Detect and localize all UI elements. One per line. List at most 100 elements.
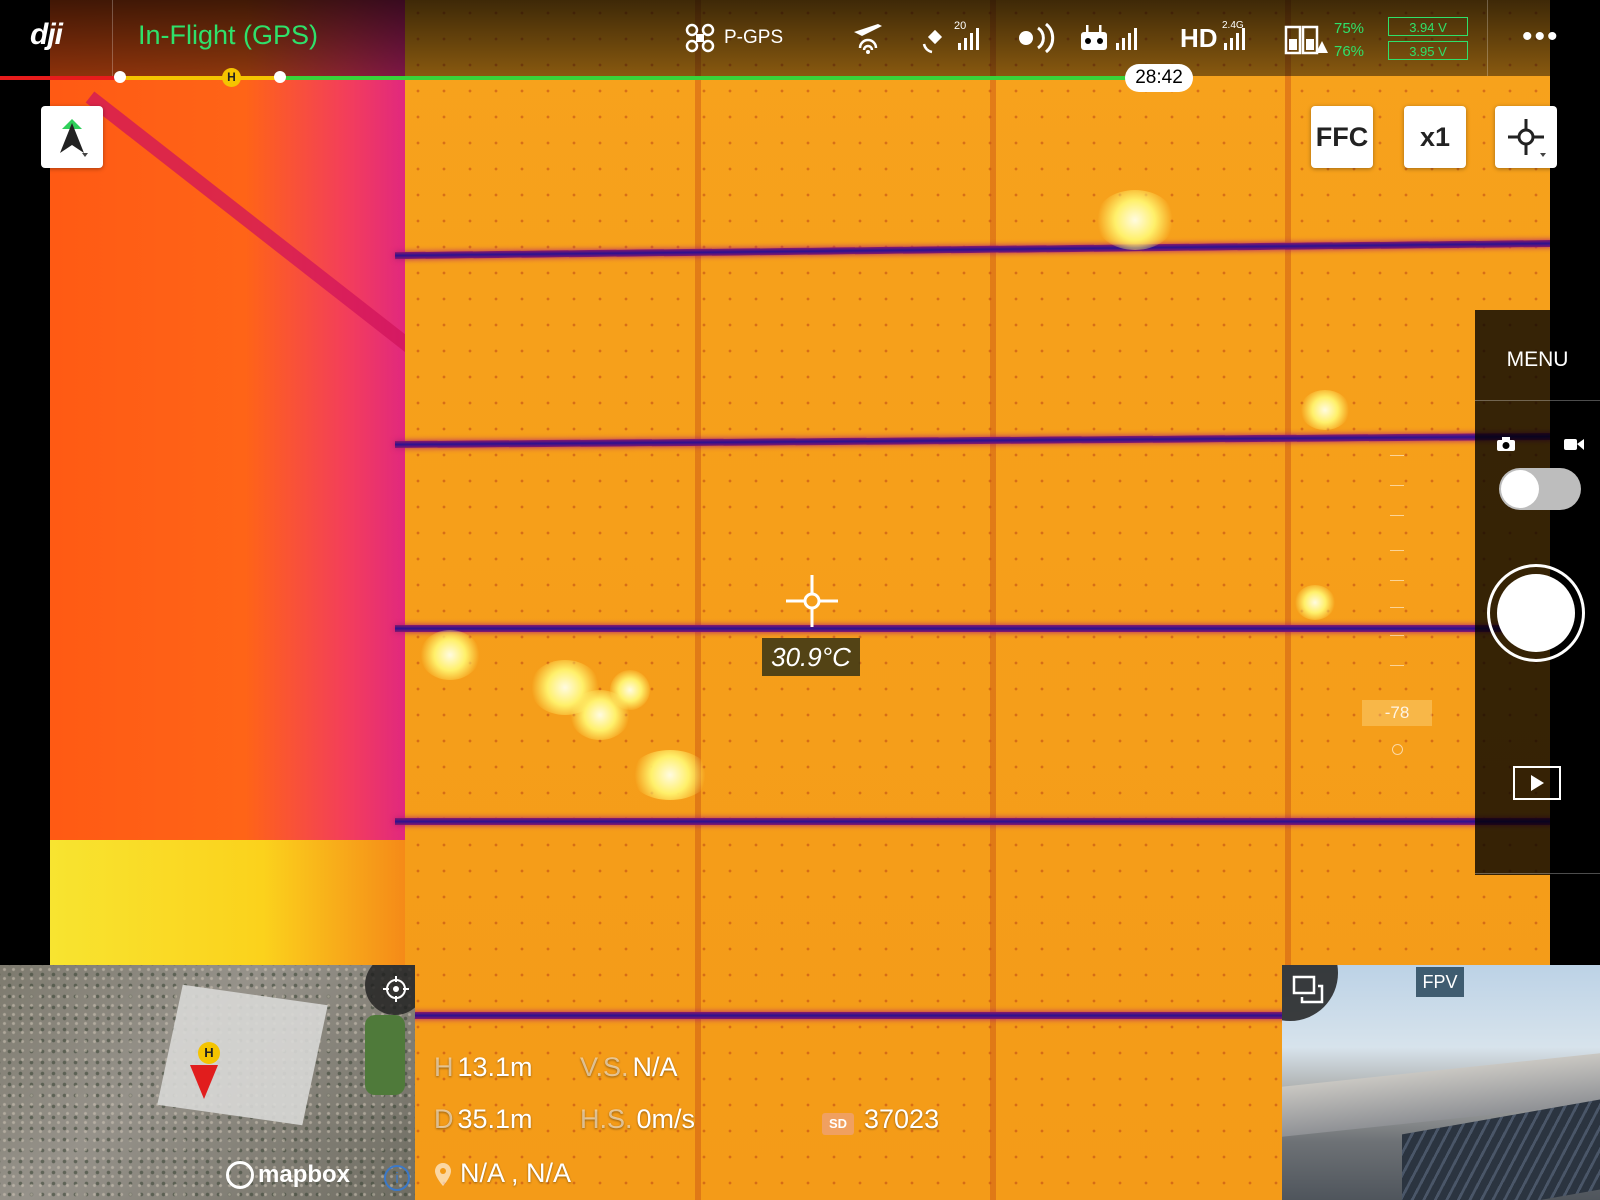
north-arrow-icon	[60, 119, 88, 157]
satellite-count: 20	[954, 20, 967, 32]
sd-remaining-count: 37023	[864, 1104, 940, 1134]
toggle-knob	[1501, 470, 1539, 508]
hd-video-signal[interactable]: HD 2.4G	[1180, 18, 1245, 58]
mini-map[interactable]: H mapbox i	[0, 965, 415, 1200]
metering-button[interactable]	[1495, 106, 1557, 168]
scale-tick	[1390, 515, 1404, 516]
battery-voltage-1: 3.94 V	[1388, 17, 1468, 36]
divider	[1475, 400, 1600, 401]
swap-view-button[interactable]	[1282, 965, 1338, 1021]
hotspot	[610, 670, 650, 710]
panel-divider	[695, 0, 701, 1200]
critical-marker	[114, 71, 126, 83]
distance-readout: D 35.1m	[434, 1104, 533, 1135]
shutter-inner	[1497, 574, 1575, 652]
flight-time-remaining: 28:42	[1125, 64, 1193, 92]
battery-critical-segment	[0, 76, 120, 80]
camera-side-panel: MENU	[1475, 310, 1600, 875]
sd-card-icon: SD	[822, 1113, 854, 1135]
panel-row-gap	[395, 625, 1550, 632]
zoom-button[interactable]: x1	[1404, 106, 1466, 168]
vertical-speed-readout: V.S. N/A	[580, 1052, 678, 1083]
dji-logo[interactable]: dji	[30, 18, 63, 52]
spot-meter-reticle-icon[interactable]	[784, 573, 840, 629]
vertical-speed-value: N/A	[632, 1052, 678, 1082]
divider	[112, 0, 113, 76]
remote-controller-icon	[1081, 25, 1107, 50]
hd-band: 2.4G	[1222, 20, 1244, 31]
hotspot	[420, 630, 480, 680]
ffc-button[interactable]: FFC	[1311, 106, 1373, 168]
battery-low-segment	[120, 76, 280, 80]
locate-icon	[383, 976, 409, 1002]
battery-voltage-2: 3.95 V	[1388, 41, 1468, 60]
battery-status[interactable]	[1284, 18, 1330, 58]
distance-value: 35.1m	[457, 1104, 533, 1134]
photo-mode-icon[interactable]	[1496, 436, 1516, 452]
remote-controller-signal[interactable]	[1078, 18, 1137, 58]
gps-signal[interactable]: 20	[920, 18, 979, 58]
scale-origin	[1392, 744, 1403, 755]
map-home-marker: H	[198, 1042, 220, 1064]
spot-temperature: 30.9°C	[762, 638, 860, 676]
flight-mode[interactable]: P-GPS	[684, 18, 783, 58]
aircraft-location-icon	[190, 1065, 218, 1099]
horizontal-speed-value: 0m/s	[636, 1104, 696, 1134]
gps-coordinates: N/A , N/A	[460, 1158, 572, 1188]
crosshair-icon	[1508, 119, 1546, 157]
hotspot	[630, 750, 710, 800]
map-recenter-button[interactable]	[365, 965, 415, 1015]
vertical-speed-key: V.S.	[580, 1052, 629, 1082]
mapbox-text: mapbox	[258, 1161, 351, 1188]
rc-bars	[1116, 26, 1137, 50]
camera-menu-button[interactable]: MENU	[1475, 348, 1600, 372]
photo-video-toggle[interactable]	[1499, 468, 1581, 510]
scale-tick	[1390, 635, 1404, 636]
hotspot	[1300, 390, 1350, 430]
panel-row-gap	[395, 818, 1550, 825]
radar-icon	[1019, 22, 1055, 54]
mapbox-circle-icon	[226, 1161, 254, 1189]
hd-label: HD	[1180, 22, 1218, 53]
roof-cable	[85, 91, 426, 362]
exposure-value[interactable]: -78	[1362, 700, 1432, 726]
obstacle-sensing[interactable]	[1016, 18, 1062, 58]
playback-button[interactable]	[1513, 766, 1561, 800]
map-park	[365, 1015, 405, 1095]
scale-tick	[1390, 665, 1404, 666]
shutter-button[interactable]	[1487, 564, 1585, 662]
mapbox-logo: mapbox	[226, 1161, 350, 1189]
map-info-button[interactable]: i	[384, 1165, 410, 1191]
more-menu-button[interactable]: •••	[1522, 22, 1560, 52]
divider	[1487, 0, 1488, 76]
horizontal-speed-key: H.S.	[580, 1104, 633, 1134]
scale-tick	[1390, 485, 1404, 486]
low-marker	[274, 71, 286, 83]
fpv-video[interactable]	[1282, 965, 1600, 1200]
play-icon	[1531, 775, 1544, 791]
scale-tick	[1390, 550, 1404, 551]
battery-percent-2: 76%	[1334, 43, 1365, 60]
status-bar: dji In-Flight (GPS) P-GPS 20 HD 2.4G 75%…	[0, 0, 1600, 76]
flight-mode-label: P-GPS	[724, 27, 784, 48]
battery-icon	[1284, 25, 1328, 55]
map-orientation-button[interactable]	[41, 106, 103, 168]
battery-remaining-segment	[280, 76, 1130, 80]
swap-view-icon	[1292, 975, 1324, 1004]
scale-tick	[1390, 455, 1404, 456]
aircraft-icon	[685, 23, 715, 53]
flight-status[interactable]: In-Flight (GPS)	[138, 20, 318, 51]
aircraft-signal[interactable]	[848, 18, 888, 58]
height-value: 13.1m	[457, 1052, 533, 1082]
video-mode-icon[interactable]	[1563, 436, 1585, 452]
aircraft-signal-icon	[854, 24, 882, 54]
divider	[1475, 873, 1600, 874]
fpv-label: FPV	[1416, 967, 1464, 997]
height-key: H	[434, 1052, 454, 1082]
location-pin-icon	[435, 1163, 451, 1186]
hotspot	[1095, 190, 1175, 250]
scale-tick	[1390, 580, 1404, 581]
satellite-icon	[922, 29, 943, 54]
battery-percent-1: 75%	[1334, 20, 1365, 37]
scale-tick	[1390, 607, 1404, 608]
